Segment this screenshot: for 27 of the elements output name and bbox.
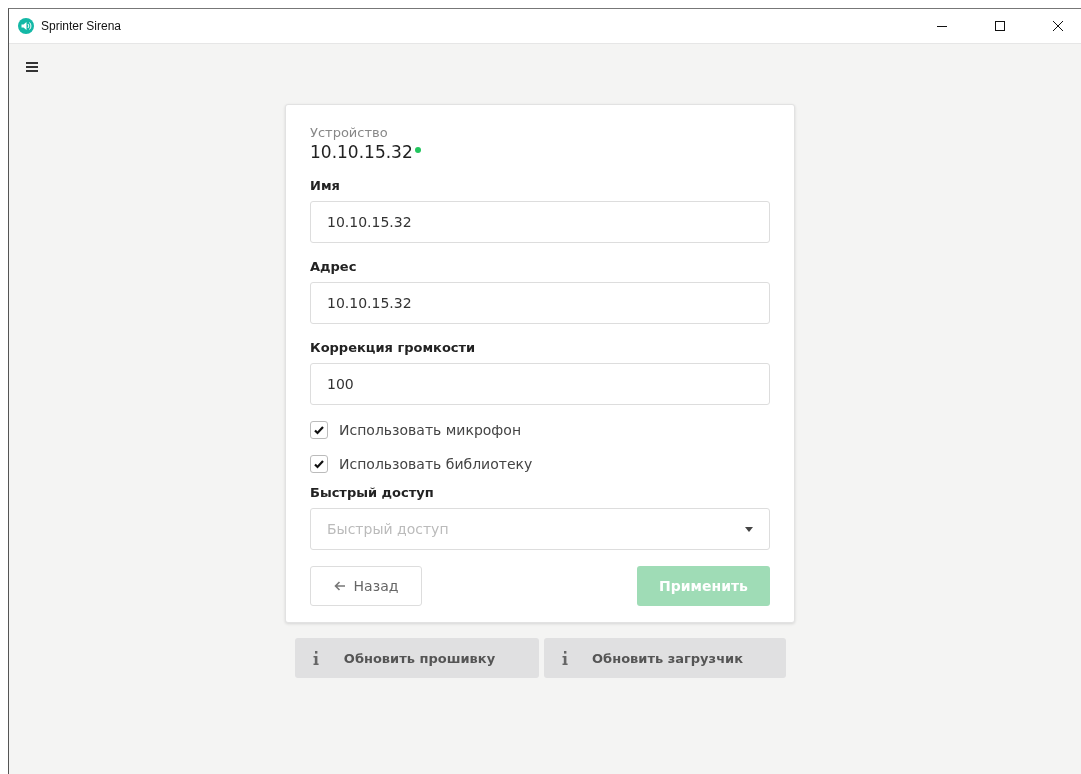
close-icon[interactable] (1052, 20, 1064, 32)
checkbox[interactable] (310, 421, 328, 439)
check-icon (313, 424, 325, 436)
update-button[interactable]: Обновить прошивку (294, 638, 539, 678)
text-field[interactable]: 10.10.15.32 (310, 282, 770, 324)
caret-icon (745, 526, 753, 532)
device-address: 10.10.15.32 (310, 142, 413, 162)
field-label: Имя (310, 178, 341, 193)
field-label: Быстрый доступ (310, 485, 435, 500)
checkbox[interactable] (310, 455, 328, 473)
text-field[interactable]: 10.10.15.32 (310, 201, 770, 243)
maximize-icon[interactable] (994, 20, 1006, 32)
info-icon (561, 651, 568, 665)
arrow-left-icon (333, 581, 346, 591)
checkbox-label: Использовать библиотеку (339, 456, 533, 472)
update-button[interactable]: Обновить загрузчик (543, 638, 786, 678)
field-label: Адрес (310, 259, 358, 274)
info-icon (312, 651, 319, 665)
field-label: Коррекция громкости (310, 340, 477, 355)
menu-icon[interactable] (25, 61, 39, 73)
check-icon (313, 458, 325, 470)
speaker-icon (18, 18, 34, 34)
back-button[interactable]: Назад (310, 566, 422, 606)
device-caption: Устройство (310, 125, 389, 140)
checkbox-label: Использовать микрофон (339, 422, 522, 438)
window-title: Sprinter Sirena (41, 19, 122, 33)
text-field[interactable]: 100 (310, 363, 770, 405)
